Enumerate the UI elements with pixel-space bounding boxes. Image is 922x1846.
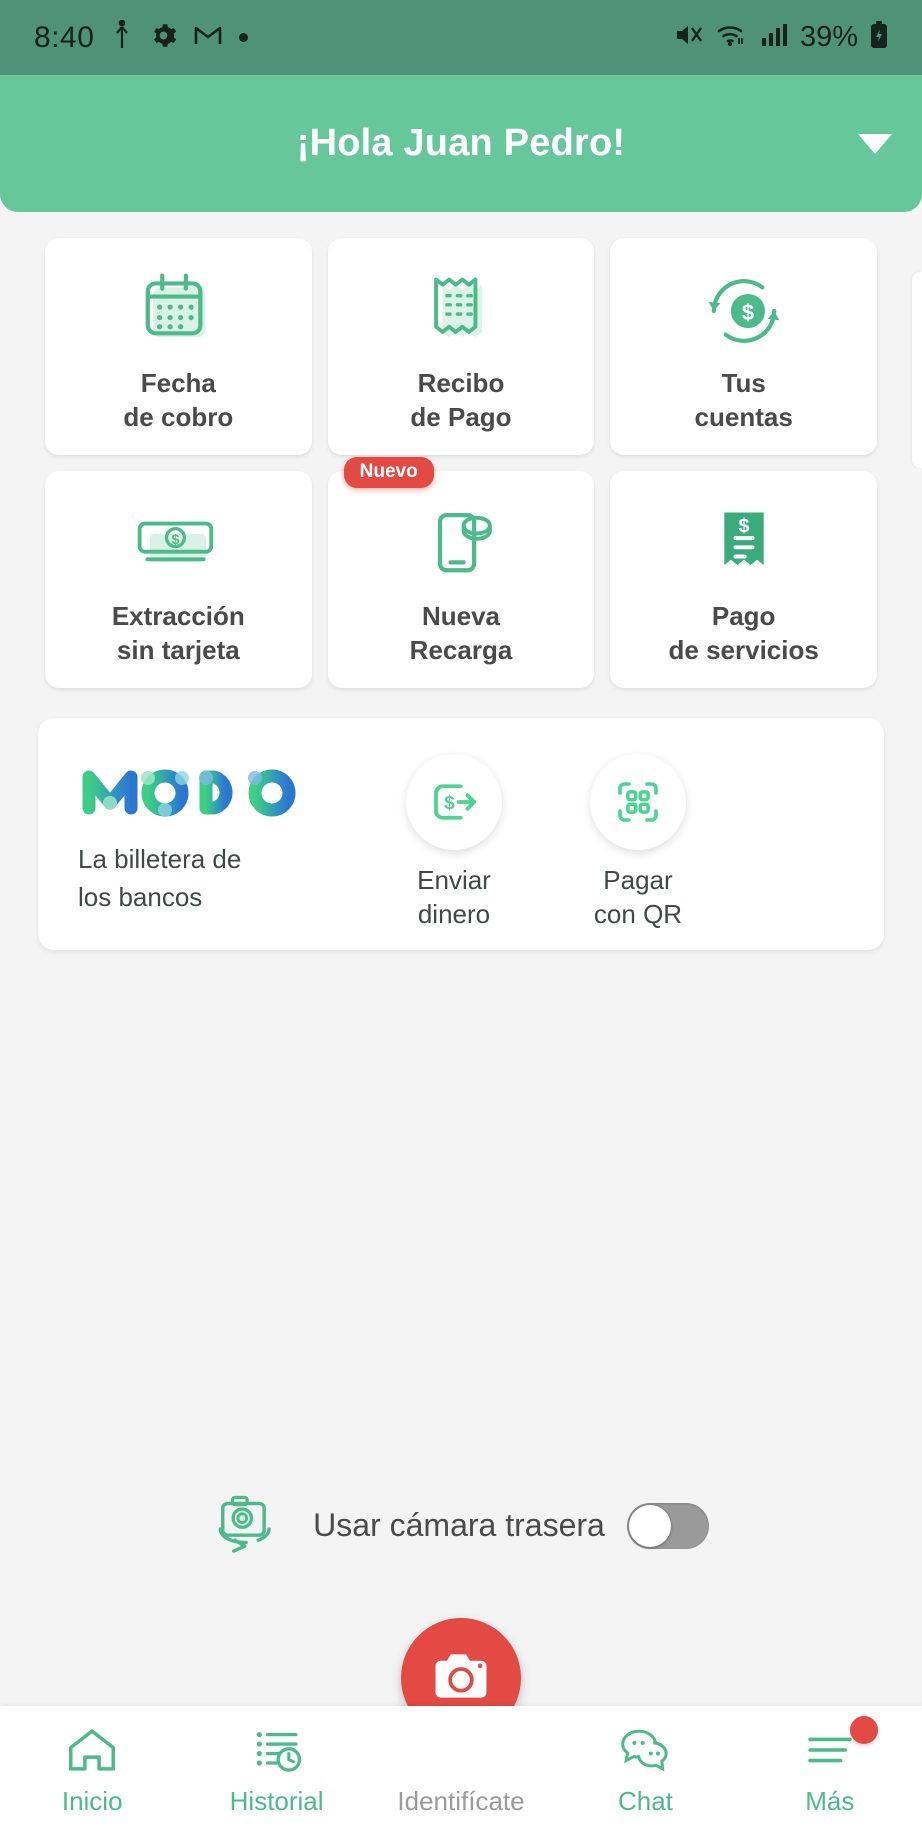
tile-label: Recibo de Pago [410,368,512,433]
menu-icon [803,1724,857,1776]
battery-percent: 39% [799,21,858,53]
gear-icon [150,22,177,54]
nav-label: Identifícate [397,1786,525,1816]
tile-label: Fecha de cobro [123,368,234,433]
nav-item-inicio[interactable]: Inicio [0,1706,184,1817]
svg-text:$: $ [172,531,180,547]
action-pagar-con-qr[interactable]: Pagar con QR [568,754,708,932]
status-bar: 8:40 39% [0,0,922,75]
usb-icon [111,19,133,55]
receipt-icon [419,264,503,358]
nav-item-identificate[interactable]: Identifícate [369,1706,553,1817]
camera-toggle-row[interactable]: Usar cámara trasera [0,1490,922,1561]
toggle-knob [628,1504,671,1547]
mute-icon [674,22,704,53]
camera-rotate-icon [213,1490,291,1561]
nuevo-badge: Nuevo [343,457,434,488]
modo-tagline: La billetera de los bancos [78,844,242,912]
status-bar-left: 8:40 [34,19,249,55]
tile-label: Nueva Recarga [409,601,513,666]
modo-logo [78,758,378,825]
camera-toggle-switch[interactable] [626,1502,709,1549]
tile-recibo-de-pago[interactable]: Recibo de Pago [327,238,595,455]
action-label: Pagar con QR [593,865,683,929]
nav-item-mas[interactable]: Más [738,1706,922,1817]
status-time: 8:40 [34,20,95,54]
chevron-down-icon[interactable] [858,133,892,154]
send-money-icon[interactable]: $ [406,754,502,850]
wifi-icon [716,22,748,53]
nav-label: Chat [617,1786,673,1816]
svg-text:$: $ [741,300,754,325]
camera-toggle-label: Usar cámara trasera [313,1507,605,1543]
tile-label: Extracción sin tarjeta [111,601,245,666]
status-bar-right: 39% [674,21,888,54]
history-icon [251,1724,303,1776]
tile-label: Tus cuentas [694,368,793,433]
nav-label: Más [805,1786,855,1816]
tile-tus-cuentas[interactable]: $ Tus cuentas [610,238,877,455]
phone-topup-icon [419,497,503,591]
nav-label: Historial [229,1786,324,1816]
qr-code-icon[interactable] [590,754,686,850]
bottom-navigation: Inicio Historial Identifícate Chat Más [0,1706,922,1846]
dot-icon [239,33,249,42]
svg-text:$: $ [738,515,749,537]
nav-label: Inicio [61,1786,123,1816]
tile-fecha-de-cobro[interactable]: Fecha de cobro [45,238,312,455]
refresh-money-icon: $ [702,264,786,358]
chat-icon [618,1724,672,1776]
action-label: Enviar dinero [417,865,491,929]
calendar-icon [136,264,220,358]
nav-item-historial[interactable]: Historial [184,1706,368,1817]
scroll-edge-indicator [912,272,922,468]
modo-actions: $ Enviar dinero Pagar con QR [384,754,708,932]
action-enviar-dinero[interactable]: $ Enviar dinero [384,754,524,932]
nav-item-chat[interactable]: Chat [553,1706,737,1817]
gmail-icon [194,23,222,52]
tile-extraccion-sin-tarjeta[interactable]: $ Extracción sin tarjeta [45,471,312,688]
app-header[interactable]: ¡Hola Juan Pedro! [0,75,922,212]
modo-branding: La billetera de los bancos [78,758,378,916]
tile-label: Pago de servicios [668,601,819,666]
quick-actions-grid: Fecha de cobro Recibo de Pago $ Tus cuen… [0,212,922,688]
cellular-signal-icon [760,22,788,53]
modo-card[interactable]: La billetera de los bancos $ Enviar dinero [38,718,884,950]
camera-icon [430,1648,492,1709]
battery-charging-icon [870,21,888,54]
cash-withdrawal-icon: $ [132,497,224,591]
svg-text:$: $ [444,793,455,814]
tile-pago-de-servicios[interactable]: $ Pago de servicios [610,471,877,688]
tile-nueva-recarga[interactable]: Nuevo Nueva Recarga [327,457,595,688]
greeting-title: ¡Hola Juan Pedro! [296,122,626,164]
notification-badge [850,1716,879,1744]
home-icon [66,1724,118,1776]
bill-icon: $ [702,497,786,591]
